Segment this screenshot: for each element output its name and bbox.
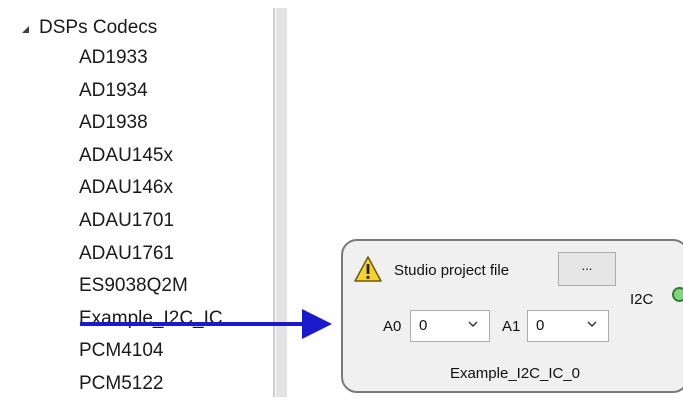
a0-select[interactable]: 0 bbox=[410, 310, 490, 342]
a1-label: A1 bbox=[502, 318, 521, 335]
tree-item-adau146x[interactable]: ADAU146x bbox=[79, 172, 223, 205]
chevron-down-icon bbox=[468, 321, 478, 327]
tree-item-es9038q2m[interactable]: ES9038Q2M bbox=[79, 270, 223, 303]
a0-select-value: 0 bbox=[419, 317, 428, 334]
a1-select-value: 0 bbox=[536, 317, 545, 334]
studio-project-file-label: Studio project file bbox=[394, 262, 510, 279]
toolbox-tree: DSPs Codecs AD1933 AD1934 AD1938 ADAU145… bbox=[0, 0, 272, 397]
a1-select[interactable]: 0 bbox=[527, 310, 609, 342]
i2c-port-label: I2C bbox=[630, 291, 654, 308]
tree-item-pcm4104[interactable]: PCM4104 bbox=[79, 335, 223, 368]
tree-item-ad1934[interactable]: AD1934 bbox=[79, 75, 223, 108]
panel-splitter[interactable] bbox=[276, 8, 287, 397]
expand-triangle-icon[interactable] bbox=[22, 25, 29, 33]
warning-icon bbox=[354, 256, 382, 282]
tree-item-list: AD1933 AD1934 AD1938 ADAU145x ADAU146x A… bbox=[79, 42, 223, 401]
tree-item-example-i2c-ic[interactable]: Example_I2C_IC bbox=[79, 303, 223, 336]
tree-group-dsps-codecs[interactable]: DSPs Codecs bbox=[22, 14, 157, 42]
a0-label: A0 bbox=[383, 318, 402, 335]
tree-item-adau145x[interactable]: ADAU145x bbox=[79, 140, 223, 173]
tree-item-ad1933[interactable]: AD1933 bbox=[79, 42, 223, 75]
tree-item-adau1761[interactable]: ADAU1761 bbox=[79, 238, 223, 271]
tree-group-label: DSPs Codecs bbox=[39, 17, 158, 38]
tree-item-ad1938[interactable]: AD1938 bbox=[79, 107, 223, 140]
browse-button[interactable]: ... bbox=[558, 252, 616, 286]
tree-item-pcm5122[interactable]: PCM5122 bbox=[79, 368, 223, 401]
chevron-down-icon bbox=[587, 321, 597, 327]
tree-item-adau1701[interactable]: ADAU1701 bbox=[79, 205, 223, 238]
block-name: Example_I2C_IC_0 bbox=[449, 365, 581, 382]
ic-block[interactable]: Studio project file ... A0 0 A1 0 I2C Ex… bbox=[341, 239, 683, 393]
drag-arrow-head bbox=[302, 309, 332, 339]
splitter-line bbox=[273, 8, 275, 397]
i2c-port-connector[interactable] bbox=[672, 287, 683, 302]
